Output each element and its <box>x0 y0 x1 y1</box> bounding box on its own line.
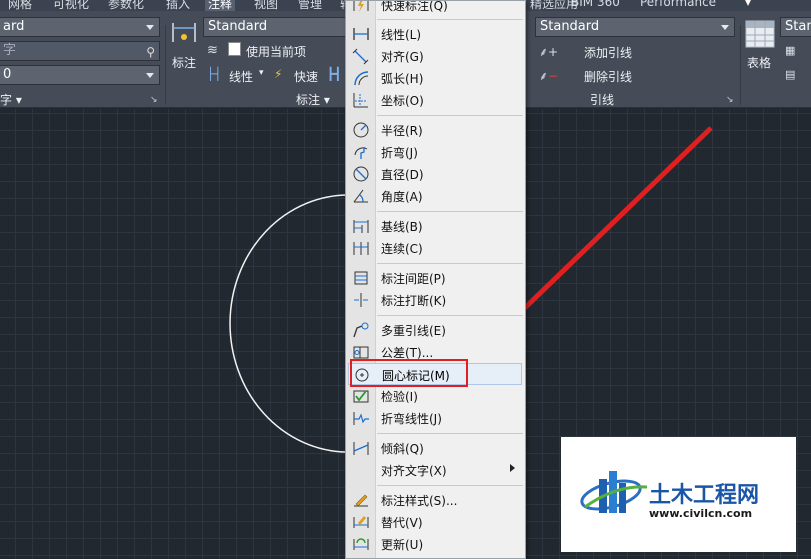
layers-icon: ≋ <box>207 43 218 58</box>
tab-insert[interactable]: 插入 <box>166 0 190 11</box>
angular-icon <box>353 189 368 203</box>
menu-item-arc-length[interactable]: 弧长(H) <box>346 67 525 89</box>
quick-dim-label[interactable]: 快速 <box>294 68 318 85</box>
dropdown-icon[interactable]: ▾ <box>745 0 751 9</box>
table-tool-icon[interactable]: ▦ <box>785 44 795 57</box>
text-style-combo[interactable]: ard <box>0 17 160 37</box>
aligned-dimension-icon <box>352 48 369 65</box>
dimbreak-icon <box>354 293 368 307</box>
dimspace-icon <box>354 271 368 285</box>
menu-item-multileader[interactable]: 多重引线(E) <box>346 319 525 341</box>
menu-item-dimspace[interactable]: 标注间距(P) <box>346 267 525 289</box>
linear-dimension-icon <box>353 28 369 40</box>
dim-style-combo[interactable]: Standard <box>203 17 348 37</box>
menu-item-linear[interactable]: 线性(L) <box>346 23 525 45</box>
menu-item-baseline[interactable]: 基线(B) <box>346 215 525 237</box>
menu-item-oblique[interactable]: 倾斜(Q) <box>346 437 525 459</box>
oblique-icon <box>353 442 369 455</box>
tab-visualize[interactable]: 可视化 <box>53 0 89 11</box>
menu-item-quick-dimension[interactable]: 快速标注(Q) <box>346 1 525 16</box>
multileader-icon <box>353 322 369 338</box>
inspection-icon <box>353 390 369 403</box>
diameter-icon <box>353 166 369 182</box>
baseline-icon <box>353 220 369 233</box>
dimension-dropdown-menu: 快速标注(Q) 线性(L) 对齐(G) 弧长(H) 坐标(O) 半径(R) 折弯… <box>345 0 526 559</box>
menu-item-jogged[interactable]: 折弯(J) <box>346 141 525 163</box>
table-style-combo[interactable]: Stand <box>780 17 811 37</box>
leader-panel-title[interactable]: 引线 <box>590 91 614 108</box>
menu-item-ordinate[interactable]: 坐标(O) <box>346 89 525 111</box>
menu-item-radius[interactable]: 半径(R) <box>346 119 525 141</box>
jogged-icon <box>354 147 368 159</box>
menu-item-update[interactable]: 更新(U) <box>346 533 525 555</box>
menu-item-angular[interactable]: 角度(A) <box>346 185 525 207</box>
table-button-label[interactable]: 表格 <box>747 54 771 71</box>
red-arrow-line <box>501 126 713 331</box>
watermark-url: www.civilcn.com <box>649 507 753 520</box>
tab-bim360[interactable]: BIM 360 <box>571 0 620 9</box>
quick-dim-icon: ⚡ <box>274 67 283 81</box>
watermark-title: 土木工程网 <box>649 483 760 508</box>
radius-icon <box>353 122 369 138</box>
dim-panel-title[interactable]: 标注 ▾ <box>296 91 330 108</box>
jogged-linear-icon <box>353 412 369 425</box>
circle-entity[interactable] <box>229 194 351 453</box>
menu-item-jogged-linear[interactable]: 折弯线性(J) <box>346 407 525 429</box>
add-leader-icon: ⸙+ <box>539 45 559 59</box>
menu-item-continue[interactable]: 连续(C) <box>346 237 525 259</box>
tab-parametric[interactable]: 参数化 <box>108 0 144 11</box>
text-layer-combo[interactable]: 0 <box>0 65 160 85</box>
linear-dim-label[interactable]: 线性 <box>229 68 253 85</box>
continue-icon <box>353 242 369 255</box>
panel-launcher-icon[interactable]: ↘ <box>150 95 158 105</box>
tab-manage[interactable]: 管理 <box>298 0 322 11</box>
menu-item-diameter[interactable]: 直径(D) <box>346 163 525 185</box>
menu-item-dimstyle[interactable]: 标注样式(S)... <box>346 489 525 511</box>
tab-view[interactable]: 视图 <box>254 0 278 11</box>
menu-item-dimbreak[interactable]: 标注打断(K) <box>346 289 525 311</box>
tab-annotate[interactable]: 注释 <box>205 0 236 11</box>
update-icon <box>353 538 369 550</box>
ordinate-icon <box>353 93 368 108</box>
linear-dropdown-icon[interactable]: ▾ <box>259 68 264 78</box>
add-leader-label[interactable]: 添加引线 <box>584 44 632 61</box>
leader-launcher-icon[interactable]: ↘ <box>726 95 734 105</box>
override-icon <box>353 516 369 528</box>
submenu-arrow-icon <box>510 464 515 472</box>
menu-item-aligned[interactable]: 对齐(G) <box>346 45 525 67</box>
menu-item-override[interactable]: 替代(V) <box>346 511 525 533</box>
color-swatch[interactable] <box>228 42 241 56</box>
remove-leader-label[interactable]: 删除引线 <box>584 68 632 85</box>
table-icon[interactable] <box>745 20 775 48</box>
watermark-logo: 土木工程网 www.civilcn.com <box>561 437 796 552</box>
remove-leader-icon: ⸙− <box>539 69 559 83</box>
dimension-button-label[interactable]: 标注 <box>172 54 196 71</box>
mleader-style-combo[interactable]: Standard <box>535 17 735 37</box>
use-current-label[interactable]: 使用当前项 <box>246 43 306 60</box>
tab-performance[interactable]: Performance <box>640 0 716 9</box>
dimension-icon[interactable] <box>171 20 197 46</box>
red-highlight-box <box>350 359 468 387</box>
dimstyle-icon <box>354 494 368 507</box>
quick-dimension-icon <box>353 1 369 12</box>
continue-icon: ┣┫ <box>327 67 342 81</box>
table-link-icon[interactable]: ▤ <box>785 68 795 81</box>
menu-item-inspection[interactable]: 检验(I) <box>346 385 525 407</box>
arc-length-icon <box>354 71 369 86</box>
text-height-field[interactable]: 字 ⚲ <box>0 41 160 61</box>
search-icon: ⚲ <box>146 45 155 59</box>
menu-item-align-text[interactable]: 对齐文字(X) <box>346 459 525 481</box>
text-panel-title[interactable]: 字 ▾ <box>0 91 22 108</box>
linear-icon: ├┤ <box>207 67 222 81</box>
tab-mesh[interactable]: 网格 <box>8 0 32 11</box>
